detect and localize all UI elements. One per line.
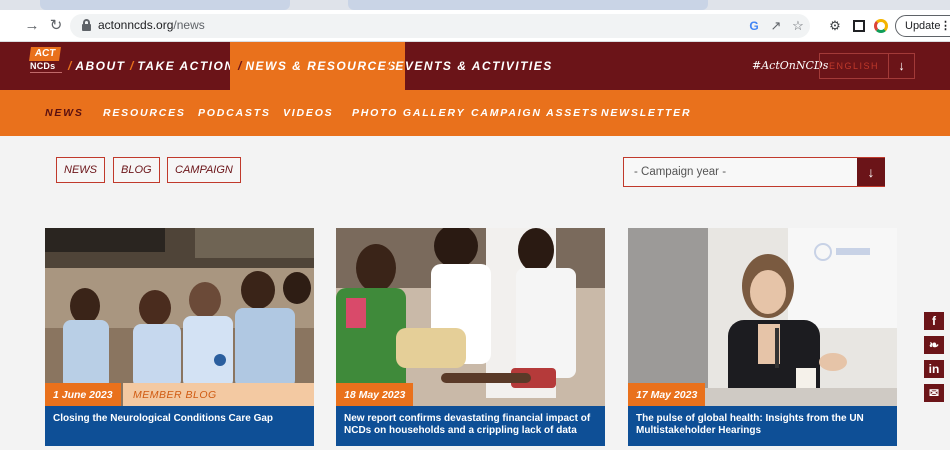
subnav-item-resources[interactable]: RESOURCES <box>103 90 186 136</box>
article-card[interactable]: 1 June 2023 MEMBER BLOG Closing the Neur… <box>45 228 314 446</box>
nav-item-news-resources[interactable]: / NEWS & RESOURCES <box>230 42 405 90</box>
back-icon[interactable]: → <box>22 16 42 36</box>
menu-icon[interactable]: ⋮ <box>940 16 950 36</box>
article-image-blood-test <box>336 228 605 406</box>
filter-news-button[interactable]: NEWS <box>56 157 105 183</box>
actonncds-logo[interactable]: ACT NCDs <box>29 47 62 83</box>
filter-campaign-button[interactable]: CAMPAIGN <box>167 157 241 183</box>
logo-ncds-text: NCDs <box>30 61 56 71</box>
article-image-nurses <box>45 228 314 406</box>
article-card[interactable]: 18 May 2023 New report confirms devastat… <box>336 228 605 446</box>
star-icon[interactable]: ☆ <box>790 18 806 34</box>
facebook-icon[interactable]: f <box>924 312 944 330</box>
reload-icon[interactable]: ↻ <box>46 16 66 36</box>
article-date: 1 June 2023 <box>45 383 121 407</box>
article-date: 17 May 2023 <box>628 383 706 407</box>
subnav-item-campaign-assets[interactable]: CAMPAIGN ASSETS <box>471 90 599 136</box>
nav-item-about[interactable]: / ABOUT <box>68 42 126 90</box>
article-title[interactable]: New report confirms devastating financia… <box>336 406 605 446</box>
profile-icon[interactable] <box>872 17 890 35</box>
logo-tagline <box>30 72 62 78</box>
lock-icon <box>82 19 91 31</box>
campaign-year-value: - Campaign year - <box>634 166 727 178</box>
address-bar[interactable]: actonncds.org/news G ↗ ☆ <box>70 14 810 38</box>
browser-tab-strip <box>0 0 950 10</box>
language-label[interactable]: ENGLISH <box>820 54 888 78</box>
sidepanel-icon[interactable] <box>850 17 868 35</box>
article-date: 18 May 2023 <box>336 383 414 407</box>
main-navigation: ACT NCDs / ABOUT / TAKE ACTION / NEWS & RES… <box>0 42 950 90</box>
subnav-item-news[interactable]: NEWS <box>45 90 84 136</box>
logo-act-text: ACT <box>29 47 61 61</box>
twitter-icon[interactable]: ❧ <box>924 336 944 354</box>
article-title[interactable]: Closing the Neurological Conditions Care… <box>45 406 314 446</box>
language-selector[interactable]: ENGLISH ↓ <box>819 53 915 79</box>
browser-tab[interactable] <box>348 0 708 10</box>
subnav-item-photo-gallery[interactable]: PHOTO GALLERY <box>352 90 465 136</box>
article-image-speaker <box>628 228 897 406</box>
filter-blog-button[interactable]: BLOG <box>113 157 160 183</box>
google-icon[interactable]: G <box>746 18 762 34</box>
article-card[interactable]: 17 May 2023 The pulse of global health: … <box>628 228 897 446</box>
hashtag-link[interactable]: #ActOnNCDs <box>752 42 828 90</box>
browser-tab[interactable] <box>40 0 290 10</box>
subnav-item-newsletter[interactable]: NEWSLETTER <box>601 90 691 136</box>
article-title[interactable]: The pulse of global health: Insights fro… <box>628 406 897 446</box>
arrow-down-icon[interactable]: ↓ <box>857 158 885 186</box>
nav-item-take-action[interactable]: / TAKE ACTION <box>130 42 235 90</box>
linkedin-icon[interactable]: in <box>924 360 944 378</box>
email-icon[interactable]: ✉ <box>924 384 944 402</box>
subnav-item-videos[interactable]: VIDEOS <box>283 90 333 136</box>
update-button[interactable]: Update ⋮ <box>895 15 950 37</box>
sub-navigation: NEWS RESOURCES PODCASTS VIDEOS PHOTO GAL… <box>0 90 950 136</box>
extensions-icon[interactable]: ⚙ <box>826 17 844 35</box>
campaign-year-select[interactable]: - Campaign year - ↓ <box>623 157 885 187</box>
arrow-down-icon[interactable]: ↓ <box>888 54 914 78</box>
nav-item-events-activities[interactable]: / EVENTS & ACTIVITIES <box>388 42 553 90</box>
url-text: actonncds.org/news <box>98 18 205 32</box>
browser-toolbar: → ↻ actonncds.org/news G ↗ ☆ ⚙ Update ⋮ <box>0 10 950 42</box>
subnav-item-podcasts[interactable]: PODCASTS <box>198 90 271 136</box>
article-category[interactable]: MEMBER BLOG <box>123 383 314 407</box>
share-icon[interactable]: ↗ <box>768 18 784 34</box>
